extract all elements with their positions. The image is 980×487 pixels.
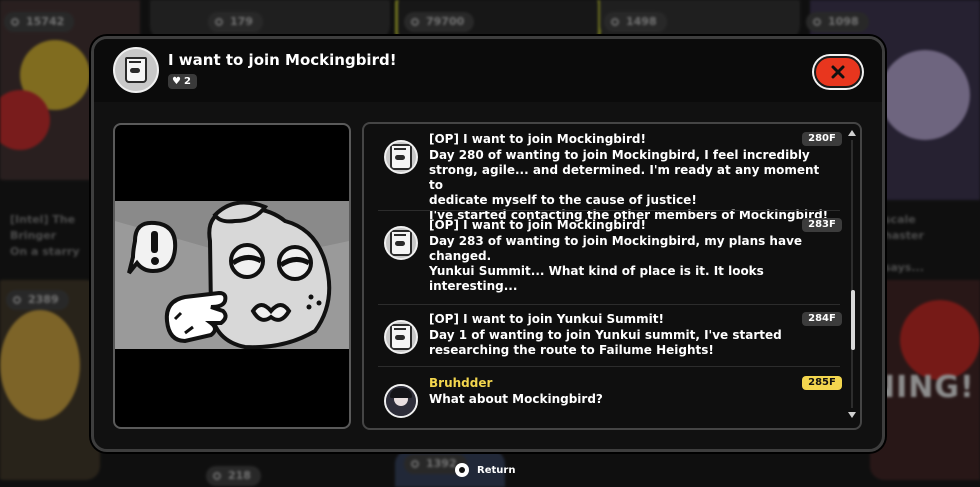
close-icon [831, 65, 845, 79]
paper-bag-icon [390, 230, 412, 256]
paper-bag-icon [125, 57, 147, 83]
modal-header: I want to join Mockingbird! ♥ 2 [94, 39, 882, 102]
list-item[interactable]: [OP] I want to join Mockingbird! 280F Da… [364, 130, 842, 222]
list-item[interactable]: Bruhdder 285F What about Mockingbird? [364, 374, 842, 418]
reply-body: Day 283 of wanting to join Mockingbird, … [429, 234, 803, 293]
floor-badge: 284F [802, 312, 842, 326]
post-modal: I want to join Mockingbird! ♥ 2 [OP] I w… [91, 36, 885, 452]
reply-body: Day 280 of wanting to join Mockingbird, … [429, 148, 829, 222]
reply-author: Bruhdder [429, 376, 493, 390]
divider [378, 304, 840, 305]
post-title: I want to join Mockingbird! [168, 51, 397, 69]
scrollbar[interactable] [848, 130, 856, 418]
scroll-thumb[interactable] [851, 290, 855, 350]
list-item[interactable]: [OP] I want to join Mockingbird! 283F Da… [364, 216, 842, 296]
gamepad-button-icon [455, 463, 469, 477]
scroll-down-icon[interactable] [848, 412, 856, 418]
like-count: 2 [183, 76, 191, 87]
floor-badge: 280F [802, 132, 842, 146]
scroll-track[interactable] [851, 140, 855, 408]
return-button[interactable]: Return [455, 463, 515, 477]
heart-icon: ♥ [172, 75, 181, 87]
comic-illustration [115, 201, 349, 349]
like-count-badge[interactable]: ♥ 2 [168, 74, 197, 89]
reply-author: [OP] I want to join Mockingbird! [429, 132, 646, 146]
return-label: Return [477, 464, 516, 476]
reply-body: What about Mockingbird? [429, 392, 603, 406]
paper-bag-icon [390, 144, 412, 170]
op-avatar [384, 226, 418, 260]
reply-body: Day 1 of wanting to join Yunkui summit, … [429, 328, 782, 357]
divider [378, 366, 840, 367]
op-avatar [113, 47, 159, 93]
floor-badge: 283F [802, 218, 842, 232]
reply-author: [OP] I want to join Yunkui Summit! [429, 312, 665, 326]
scroll-up-icon[interactable] [848, 130, 856, 136]
user-portrait-icon [386, 386, 416, 416]
reply-author: [OP] I want to join Mockingbird! [429, 218, 646, 232]
paper-bag-icon [390, 324, 412, 350]
reply-list[interactable]: [OP] I want to join Mockingbird! 280F Da… [362, 122, 862, 430]
floor-badge: 285F [802, 376, 842, 390]
user-avatar [384, 384, 418, 418]
post-image[interactable] [113, 123, 351, 429]
op-avatar [384, 320, 418, 354]
divider [378, 210, 840, 211]
op-avatar [384, 140, 418, 174]
close-button[interactable] [814, 56, 862, 88]
list-item[interactable]: [OP] I want to join Yunkui Summit! 284F … [364, 310, 842, 358]
